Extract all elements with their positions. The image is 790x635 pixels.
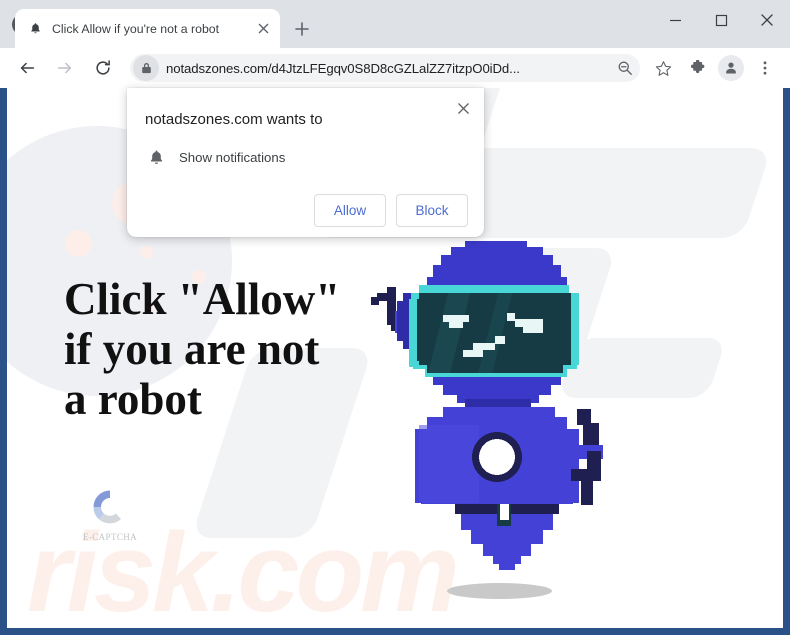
puzzle-piece-icon[interactable] — [682, 53, 712, 83]
three-dot-menu-icon[interactable] — [750, 53, 780, 83]
pixel-art-robot-illustration — [347, 193, 647, 523]
browser-tab[interactable]: Click Allow if you're not a robot — [15, 9, 280, 48]
bookmark-star-icon[interactable] — [648, 53, 678, 83]
address-bar[interactable]: notadszones.com/d4JtzLFEgqv0S8D8cGZLalZZ… — [130, 54, 640, 82]
notification-permission-dialog: notadszones.com wants to Show notificati… — [127, 88, 484, 237]
person-icon — [718, 55, 744, 81]
ecaptcha-logo: E-CAPTCHA — [79, 486, 141, 542]
dialog-actions: Allow Block — [145, 194, 468, 227]
robot-shadow — [447, 583, 552, 599]
headline-line-2: if you are not — [64, 324, 320, 374]
browser-toolbar: notadszones.com/d4JtzLFEgqv0S8D8cGZLalZZ… — [0, 48, 790, 88]
back-button[interactable] — [12, 53, 42, 83]
lock-icon[interactable] — [133, 55, 159, 81]
minimize-button[interactable] — [652, 3, 698, 37]
tab-strip: Click Allow if you're not a robot — [0, 0, 790, 48]
block-button[interactable]: Block — [396, 194, 468, 227]
forward-button[interactable] — [50, 53, 80, 83]
browser-window: Click Allow if you're not a robot notads… — [0, 0, 790, 635]
permission-label: Show notifications — [179, 149, 286, 165]
dialog-title: notadszones.com wants to — [145, 111, 323, 128]
watermark-dot — [140, 246, 153, 259]
zoom-out-icon[interactable] — [612, 55, 638, 81]
profile-avatar-button[interactable] — [716, 53, 746, 83]
dialog-close-icon[interactable] — [452, 97, 474, 119]
ecaptcha-label: E-CAPTCHA — [82, 532, 138, 542]
page-headline: Click "Allow" if you are not a robot — [64, 274, 340, 424]
headline-line-1: Click "Allow" — [64, 274, 341, 324]
bell-favicon-icon — [27, 21, 43, 37]
allow-button[interactable]: Allow — [314, 194, 386, 227]
url-text: notadszones.com/d4JtzLFEgqv0S8D8cGZLalZZ… — [166, 60, 520, 76]
headline-line-3: a robot — [64, 374, 202, 424]
tab-title: Click Allow if you're not a robot — [52, 21, 220, 36]
window-controls — [652, 0, 790, 40]
tab-close-icon[interactable] — [254, 20, 272, 38]
permission-row: Show notifications — [145, 146, 468, 168]
reload-button[interactable] — [88, 53, 118, 83]
close-button[interactable] — [744, 3, 790, 37]
maximize-button[interactable] — [698, 3, 744, 37]
new-tab-button[interactable] — [288, 15, 316, 43]
watermark-dot — [65, 230, 92, 257]
bell-icon — [145, 146, 167, 168]
ecaptcha-c-icon — [89, 486, 131, 528]
